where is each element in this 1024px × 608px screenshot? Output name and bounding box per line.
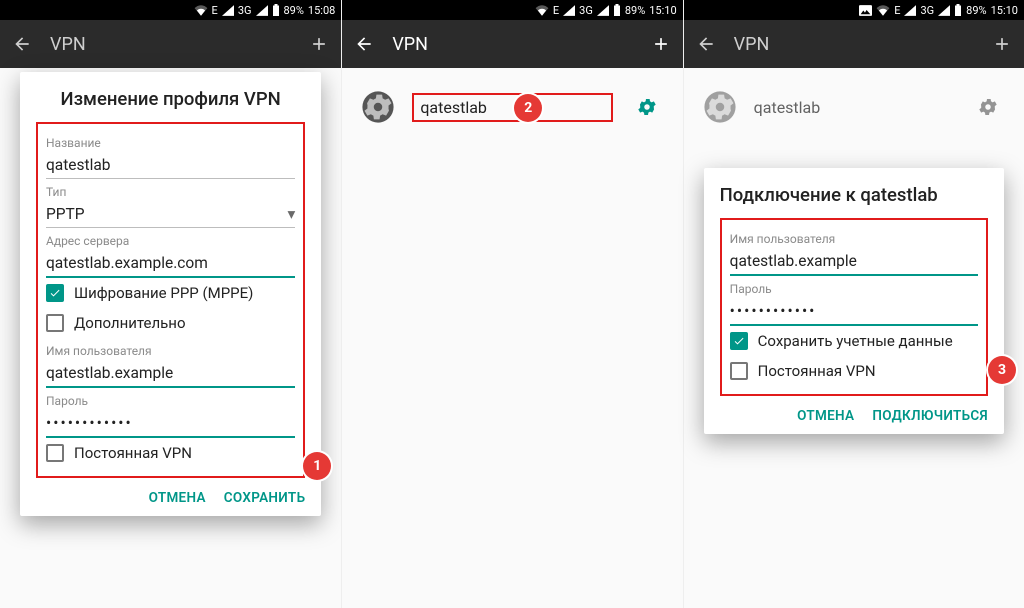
chevron-down-icon: ▾ xyxy=(288,205,296,223)
persistent-checkbox-row[interactable]: Постоянная VPN xyxy=(730,356,978,386)
persistent-label: Постоянная VPN xyxy=(74,444,192,462)
server-field[interactable]: qatestlab.example.com xyxy=(46,248,295,278)
network-label: E xyxy=(553,4,559,17)
gear-icon xyxy=(700,90,740,124)
vpn-list-item[interactable]: qatestlab xyxy=(696,82,1012,132)
add-icon[interactable] xyxy=(309,34,329,54)
save-creds-label: Сохранить учетные данные xyxy=(758,332,953,350)
checkbox-checked-icon xyxy=(730,332,748,350)
network-label: E xyxy=(212,4,218,17)
user-field[interactable]: qatestlab.example xyxy=(730,246,978,276)
picture-icon xyxy=(859,5,872,16)
clock: 15:08 xyxy=(308,4,335,17)
checkbox-empty-icon xyxy=(730,362,748,380)
type-dropdown[interactable]: PPTP ▾ xyxy=(46,199,295,228)
pass-label: Пароль xyxy=(730,282,978,296)
phone-screen-2: E 3G 89% 15:10 VPN qatestlab xyxy=(341,0,682,608)
vpn-item-name: qatestlab xyxy=(754,98,954,117)
name-label: Название xyxy=(46,136,295,150)
wifi-icon xyxy=(194,5,208,16)
gear-icon xyxy=(358,90,398,124)
clock: 15:10 xyxy=(649,4,676,17)
network-label: E xyxy=(894,4,900,17)
pass-label: Пароль xyxy=(46,394,295,408)
phone-screen-3: E 3G 89% 15:10 VPN qatestlab xyxy=(683,0,1024,608)
pass-field[interactable]: •••••••••••• xyxy=(730,296,978,326)
connect-dialog: Подключение к qatestlab Имя пользователя… xyxy=(704,168,1004,434)
dialog-title: Подключение к qatestlab xyxy=(720,184,988,206)
name-field[interactable]: qatestlab xyxy=(46,150,295,179)
type-label: Тип xyxy=(46,185,295,199)
signal2-icon xyxy=(256,5,268,16)
advanced-label: Дополнительно xyxy=(74,314,186,332)
dialog-title: Изменение профиля VPN xyxy=(36,88,305,110)
vpn-item-name: qatestlab xyxy=(412,93,612,122)
signal-icon xyxy=(563,5,575,16)
signal-icon xyxy=(904,5,916,16)
signal-icon xyxy=(222,5,234,16)
battery-pct: 89% xyxy=(966,4,986,17)
back-icon[interactable] xyxy=(696,34,716,54)
user-field[interactable]: qatestlab.example xyxy=(46,358,295,388)
user-label: Имя пользователя xyxy=(730,232,978,246)
persistent-label: Постоянная VPN xyxy=(758,362,876,380)
battery-icon xyxy=(272,4,280,16)
battery-icon xyxy=(954,4,962,16)
user-label: Имя пользователя xyxy=(46,344,295,358)
dialog-fields-highlight: Имя пользователя qatestlab.example Парол… xyxy=(720,218,988,396)
dialog-actions: ОТМЕНА ПОДКЛЮЧИТЬСЯ xyxy=(720,396,988,424)
status-bar: E 3G 89% 15:08 xyxy=(0,0,341,20)
encrypt-checkbox-row[interactable]: Шифрование PPP (MPPE) xyxy=(46,278,295,308)
dialog-fields-highlight: Название qatestlab Тип PPTP ▾ Адрес серв… xyxy=(36,122,305,478)
network-3g: 3G xyxy=(238,4,252,17)
connect-button[interactable]: ПОДКЛЮЧИТЬСЯ xyxy=(872,408,988,424)
cancel-button[interactable]: ОТМЕНА xyxy=(797,408,854,424)
encrypt-label: Шифрование PPP (MPPE) xyxy=(74,284,253,302)
cancel-button[interactable]: ОТМЕНА xyxy=(149,490,206,506)
status-bar: E 3G 89% 15:10 xyxy=(342,0,682,20)
status-bar: E 3G 89% 15:10 xyxy=(684,0,1024,20)
signal2-icon xyxy=(597,5,609,16)
persistent-checkbox-row[interactable]: Постоянная VPN xyxy=(46,438,295,468)
server-label: Адрес сервера xyxy=(46,234,295,248)
battery-pct: 89% xyxy=(284,4,304,17)
type-value: PPTP xyxy=(46,205,85,223)
back-icon[interactable] xyxy=(12,34,32,54)
add-icon[interactable] xyxy=(651,34,671,54)
settings-icon[interactable] xyxy=(968,96,1008,118)
annotation-badge-3: 3 xyxy=(988,356,1016,384)
app-bar: VPN xyxy=(0,20,341,68)
save-button[interactable]: СОХРАНИТЬ xyxy=(224,490,306,506)
checkbox-checked-icon xyxy=(46,284,64,302)
network-3g: 3G xyxy=(920,4,934,17)
page-title: VPN xyxy=(734,34,974,55)
dialog-actions: ОТМЕНА СОХРАНИТЬ xyxy=(36,478,305,506)
page-title: VPN xyxy=(50,34,291,55)
clock: 15:10 xyxy=(991,4,1018,17)
advanced-checkbox-row[interactable]: Дополнительно xyxy=(46,308,295,338)
wifi-icon xyxy=(535,5,549,16)
edit-vpn-dialog: Изменение профиля VPN Название qatestlab… xyxy=(20,72,321,516)
app-bar: VPN xyxy=(684,20,1024,68)
battery-pct: 89% xyxy=(625,4,645,17)
annotation-badge-1: 1 xyxy=(303,452,331,480)
back-icon[interactable] xyxy=(354,34,374,54)
settings-icon[interactable] xyxy=(627,96,667,118)
battery-icon xyxy=(613,4,621,16)
network-3g: 3G xyxy=(579,4,593,17)
checkbox-empty-icon xyxy=(46,444,64,462)
page-title: VPN xyxy=(392,34,632,55)
phone-screen-1: E 3G 89% 15:08 VPN Изменен xyxy=(0,0,341,608)
app-bar: VPN xyxy=(342,20,682,68)
vpn-list-item[interactable]: qatestlab xyxy=(354,82,670,132)
pass-field[interactable]: •••••••••••• xyxy=(46,408,295,438)
save-creds-checkbox-row[interactable]: Сохранить учетные данные xyxy=(730,326,978,356)
add-icon[interactable] xyxy=(992,34,1012,54)
wifi-icon xyxy=(876,5,890,16)
signal2-icon xyxy=(938,5,950,16)
checkbox-empty-icon xyxy=(46,314,64,332)
